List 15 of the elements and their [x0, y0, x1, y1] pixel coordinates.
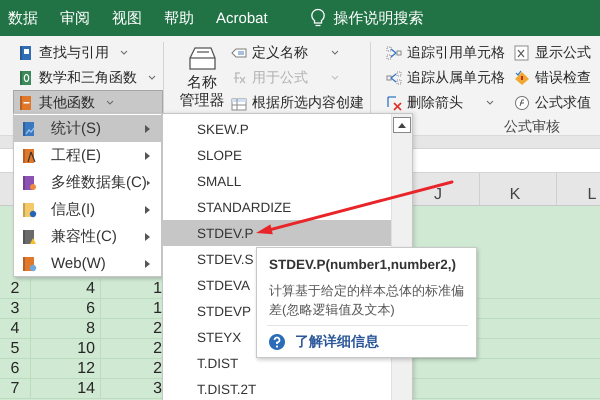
function-description: 计算基于给定的样本总体的标准偏差(忽略逻辑值及文本) [269, 282, 465, 319]
table-cell: 10 [31, 339, 101, 358]
table-cell-text: 1 [152, 279, 163, 298]
table-cell: 8 [31, 319, 101, 338]
table-cell-text: 3 [152, 379, 163, 398]
table-cell: 6 [31, 299, 101, 318]
table-cell: 4 [31, 279, 101, 298]
table-cell-text: 2 [152, 319, 163, 338]
group-label: 公式审核 [504, 118, 560, 136]
function-signature: STDEV.P(number1,number2,) [269, 257, 458, 272]
table-cell-text: 1 [152, 299, 163, 318]
table-cell: 12 [31, 359, 101, 378]
table-cell: 14 [31, 379, 101, 398]
table-cell-text: 2 [152, 339, 163, 358]
table-cell-text: 2 [152, 359, 163, 378]
